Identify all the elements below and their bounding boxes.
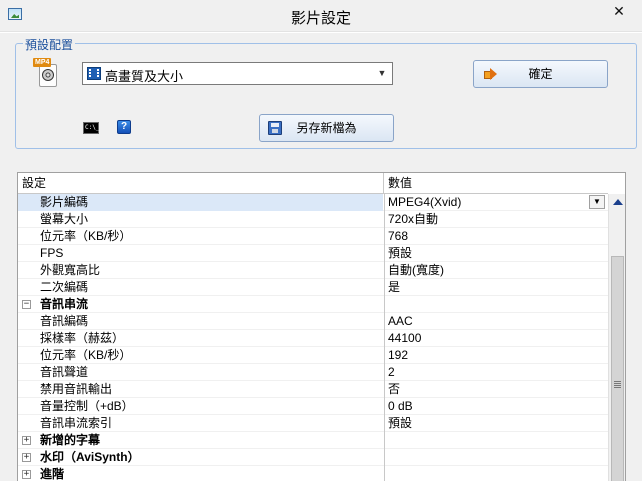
floppy-disk-icon: [268, 121, 282, 135]
header-setting[interactable]: 設定: [18, 173, 46, 194]
grid-property-row[interactable]: 音量控制（+dB） 0 dB: [18, 398, 608, 415]
expand-icon[interactable]: +: [22, 436, 31, 445]
grid-property-row[interactable]: 外觀寬高比 自動(寬度): [18, 262, 608, 279]
grid-category-row[interactable]: 新增的字幕 +: [18, 432, 608, 449]
property-value[interactable]: 768: [384, 228, 608, 245]
preset-group-label: 預設配置: [23, 36, 76, 53]
expand-icon[interactable]: +: [22, 453, 31, 462]
help-icon[interactable]: ?: [117, 120, 131, 134]
preset-dropdown[interactable]: 高畫質及大小 ▼: [82, 62, 393, 85]
scroll-up-arrow-icon[interactable]: [613, 199, 623, 205]
mp4-file-icon: MP4: [33, 58, 59, 88]
grid-category-row[interactable]: 水印（AviSynth） +: [18, 449, 608, 466]
property-value[interactable]: MPEG4(Xvid) ▼: [384, 194, 608, 211]
grid-property-row[interactable]: 位元率（KB/秒） 768: [18, 228, 608, 245]
preset-area: 預設配置 MP4 高畫質及大小 ▼ 確定 C:\_ ? 另存新檔為: [0, 33, 642, 153]
close-button[interactable]: ✕: [606, 0, 632, 22]
property-value[interactable]: 預設: [384, 415, 608, 432]
property-name: 影片編碼: [18, 194, 383, 211]
save-as-button[interactable]: 另存新檔為: [259, 114, 394, 142]
grip-icon: [614, 381, 621, 388]
grid-property-row[interactable]: 影片編碼 MPEG4(Xvid) ▼: [18, 194, 608, 211]
property-value[interactable]: 否: [384, 381, 608, 398]
preset-groupbox: 預設配置 MP4 高畫質及大小 ▼ 確定 C:\_ ? 另存新檔為: [15, 36, 637, 149]
property-name: 採樣率（赫茲）: [40, 331, 125, 345]
property-name: 外觀寬高比: [40, 263, 101, 277]
property-value[interactable]: 720x自動: [384, 211, 608, 228]
mp4-tag: MP4: [33, 58, 52, 67]
ok-button[interactable]: 確定: [473, 60, 608, 88]
property-name: 螢幕大小: [40, 212, 89, 226]
property-name: 禁用音訊輸出: [40, 382, 113, 396]
save-as-button-label: 另存新檔為: [296, 121, 357, 135]
vertical-scrollbar[interactable]: [608, 194, 625, 481]
property-name: 位元率（KB/秒）: [40, 229, 132, 243]
grid-property-row[interactable]: 音訊聲道 2: [18, 364, 608, 381]
value-dropdown-chevron-icon[interactable]: ▼: [589, 195, 605, 209]
grid-rows: 影片編碼 MPEG4(Xvid) ▼ 螢幕大小 720x自動 位元率（KB/秒） 768 FP…: [18, 194, 608, 481]
title-bar: 影片設定 ✕: [0, 0, 642, 32]
property-value: [384, 432, 608, 449]
property-name: 二次編碼: [40, 280, 89, 294]
window-title: 影片設定: [290, 10, 351, 27]
property-value: [384, 466, 608, 481]
category-name: 進階: [40, 467, 65, 481]
command-prompt-icon[interactable]: C:\_: [83, 122, 99, 134]
property-value[interactable]: 預設: [384, 245, 608, 262]
category-name: 新增的字幕: [40, 433, 101, 447]
scroll-thumb[interactable]: [611, 256, 624, 481]
property-name: 音訊聲道: [40, 365, 89, 379]
grid-category-row[interactable]: 音訊串流 −: [18, 296, 608, 313]
header-value[interactable]: 數值: [384, 173, 412, 194]
property-value: [384, 449, 608, 466]
category-name: 音訊串流: [40, 297, 89, 311]
expand-icon[interactable]: +: [22, 470, 31, 479]
ok-button-label: 確定: [528, 67, 553, 81]
collapse-icon[interactable]: −: [22, 300, 31, 309]
property-value[interactable]: 44100: [384, 330, 608, 347]
grid-property-row[interactable]: 音訊編碼 AAC: [18, 313, 608, 330]
property-value: [384, 296, 608, 313]
property-name: 音訊編碼: [40, 314, 89, 328]
property-name: 音量控制（+dB）: [40, 399, 134, 413]
property-name: FPS: [40, 246, 64, 260]
property-grid: 設定 數值 影片編碼 MPEG4(Xvid) ▼ 螢幕大小 720x自動 位元率（KB/秒…: [17, 172, 626, 481]
film-icon: [87, 67, 101, 80]
grid-property-row[interactable]: 禁用音訊輸出 否: [18, 381, 608, 398]
grid-property-row[interactable]: 螢幕大小 720x自動: [18, 211, 608, 228]
property-value[interactable]: 自動(寬度): [384, 262, 608, 279]
property-value[interactable]: 192: [384, 347, 608, 364]
category-name: 水印（AviSynth）: [40, 450, 140, 464]
grid-category-row[interactable]: 進階 +: [18, 466, 608, 481]
property-value[interactable]: 2: [384, 364, 608, 381]
grid-property-row[interactable]: 二次編碼 是: [18, 279, 608, 296]
property-value[interactable]: AAC: [384, 313, 608, 330]
grid-property-row[interactable]: FPS 預設: [18, 245, 608, 262]
property-name: 位元率（KB/秒）: [40, 348, 132, 362]
property-value[interactable]: 是: [384, 279, 608, 296]
arrow-right-icon: [484, 68, 498, 80]
grid-property-row[interactable]: 位元率（KB/秒） 192: [18, 347, 608, 364]
preset-selected-value: 高畫質及大小: [105, 69, 184, 84]
chevron-down-icon[interactable]: ▼: [376, 67, 388, 79]
property-name: 音訊串流索引: [40, 416, 113, 430]
grid-property-row[interactable]: 音訊串流索引 預設: [18, 415, 608, 432]
grid-header: 設定 數值: [18, 173, 608, 194]
grid-property-row[interactable]: 採樣率（赫茲） 44100: [18, 330, 608, 347]
property-value[interactable]: 0 dB: [384, 398, 608, 415]
